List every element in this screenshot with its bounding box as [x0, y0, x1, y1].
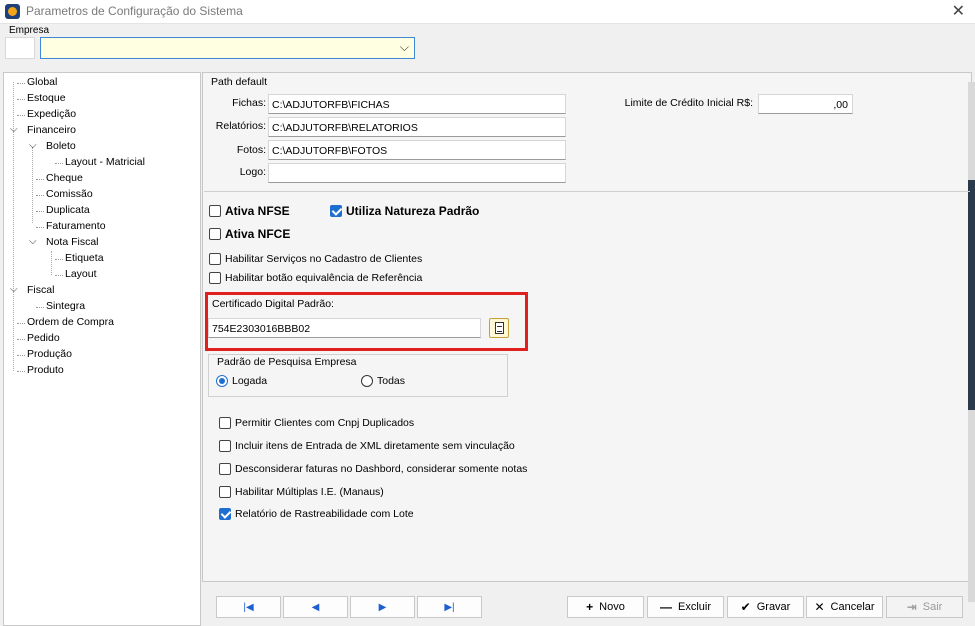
window-title: Parametros de Configuração do Sistema	[26, 4, 243, 18]
checkbox-checked-icon[interactable]	[330, 205, 342, 217]
radio-logada[interactable]: Logada	[216, 375, 267, 387]
tree-item-financeiro[interactable]: Financeiro	[27, 124, 76, 136]
chevron-down-icon[interactable]: ⌵	[29, 140, 37, 151]
previous-record-icon: ◀	[311, 601, 320, 613]
desconsiderar-faturas-checkbox[interactable]: Desconsiderar faturas no Dashbord, consi…	[219, 463, 527, 475]
cancelar-button[interactable]: ✕ Cancelar	[806, 596, 883, 618]
path-default-title: Path default	[211, 76, 268, 88]
next-record-button[interactable]: ▶	[350, 596, 415, 618]
fotos-label: Fotos:	[236, 144, 266, 156]
checkbox-icon[interactable]	[209, 228, 221, 240]
tree-item-boleto[interactable]: Boleto	[46, 140, 76, 152]
chevron-down-icon[interactable]: ⌵	[400, 40, 409, 55]
utiliza-natureza-checkbox[interactable]: Utiliza Natureza Padrão	[330, 204, 479, 218]
tree-item-fiscal[interactable]: Fiscal	[27, 284, 54, 296]
excluir-button[interactable]: — Excluir	[647, 596, 724, 618]
tree-item-layout-matricial[interactable]: Layout - Matricial	[55, 156, 145, 168]
next-record-icon: ▶	[378, 601, 387, 613]
chevron-down-icon[interactable]: ⌵	[29, 236, 37, 247]
tree-item-nota-fiscal[interactable]: Nota Fiscal	[46, 236, 99, 248]
certificado-label: Certificado Digital Padrão:	[212, 298, 334, 310]
checkbox-icon[interactable]	[219, 417, 231, 429]
close-icon[interactable]: ✕	[952, 1, 965, 21]
tree-item-faturamento[interactable]: Faturamento	[36, 220, 106, 232]
ativa-nfce-checkbox[interactable]: Ativa NFCE	[209, 227, 290, 241]
cancel-x-icon: ✕	[814, 600, 825, 614]
checkbox-icon[interactable]	[219, 440, 231, 452]
config-tree[interactable]: Global Estoque Expedição ⌵ Financeiro ⌵ …	[3, 72, 201, 626]
habilitar-botao-checkbox[interactable]: Habilitar botão equivalência de Referênc…	[209, 272, 422, 284]
first-record-button[interactable]: |◀	[216, 596, 281, 618]
previous-record-button[interactable]: ◀	[283, 596, 348, 618]
tree-item-comissao[interactable]: Comissão	[36, 188, 93, 200]
checkbox-icon[interactable]	[209, 205, 221, 217]
certificado-pick-button[interactable]	[489, 318, 509, 338]
checkbox-icon[interactable]	[209, 272, 221, 284]
document-icon	[495, 322, 504, 334]
divider	[204, 191, 970, 192]
empresa-select[interactable]: ⌵	[40, 37, 415, 59]
radio-selected-icon[interactable]	[216, 375, 228, 387]
last-record-button[interactable]: ▶|	[417, 596, 482, 618]
first-record-icon: |◀	[243, 601, 254, 613]
radio-icon[interactable]	[361, 375, 373, 387]
scrollbar-thumb[interactable]	[968, 180, 975, 410]
gravar-button[interactable]: ✔ Gravar	[727, 596, 804, 618]
pesquisa-empresa-title: Padrão de Pesquisa Empresa	[216, 356, 358, 368]
tree-item-cheque[interactable]: Cheque	[36, 172, 83, 184]
tree-item-pedido[interactable]: Pedido	[17, 332, 60, 344]
checkbox-icon[interactable]	[209, 253, 221, 265]
certificado-field[interactable]: 754E2303016BBB02	[208, 318, 481, 338]
tree-item-sintegra[interactable]: Sintegra	[35, 300, 85, 312]
chevron-down-icon[interactable]: ⌵	[10, 284, 18, 295]
checkbox-icon[interactable]	[219, 463, 231, 475]
novo-button[interactable]: + Novo	[567, 596, 644, 618]
tree-item-estoque[interactable]: Estoque	[17, 92, 66, 104]
fotos-path-field[interactable]: C:\ADJUTORFB\FOTOS	[268, 140, 566, 160]
tree-item-producao[interactable]: Produção	[17, 348, 72, 360]
logo-path-field[interactable]	[268, 163, 566, 183]
relatorios-path-field[interactable]: C:\ADJUTORFB\RELATORIOS	[268, 117, 566, 137]
minus-icon: —	[659, 600, 672, 614]
logo-label: Logo:	[239, 166, 266, 178]
tree-item-etiqueta[interactable]: Etiqueta	[55, 252, 104, 264]
last-record-icon: ▶|	[444, 601, 455, 613]
permitir-clientes-checkbox[interactable]: Permitir Clientes com Cnpj Duplicados	[219, 417, 414, 429]
tree-item-expedicao[interactable]: Expedição	[16, 108, 76, 120]
rastreabilidade-checkbox[interactable]: Relatório de Rastreabilidade com Lote	[219, 508, 414, 520]
fichas-path-field[interactable]: C:\ADJUTORFB\FICHAS	[268, 94, 566, 114]
sair-button[interactable]: ⇥ Sair	[886, 596, 963, 618]
checkbox-checked-icon[interactable]	[219, 508, 231, 520]
checkbox-icon[interactable]	[219, 486, 231, 498]
tree-item-layout[interactable]: Layout	[55, 268, 97, 280]
radio-todas[interactable]: Todas	[361, 375, 405, 387]
fichas-label: Fichas:	[232, 97, 266, 109]
tree-item-global[interactable]: Global	[16, 76, 57, 88]
habilitar-servicos-checkbox[interactable]: Habilitar Serviços no Cadastro de Client…	[209, 253, 422, 265]
tree-item-ordem-de-compra[interactable]: Ordem de Compra	[17, 316, 114, 328]
empresa-code-field[interactable]	[5, 37, 35, 59]
tree-item-produto[interactable]: Produto	[17, 364, 64, 376]
limite-credito-label: Limite de Crédito Inicial R$:	[624, 97, 753, 109]
exit-icon: ⇥	[906, 600, 917, 614]
chevron-down-icon[interactable]: ⌵	[10, 124, 18, 135]
plus-icon: +	[586, 600, 594, 614]
limite-credito-field[interactable]: ,00	[758, 94, 853, 114]
empresa-label: Empresa	[9, 25, 50, 36]
relatorios-label: Relatórios:	[215, 120, 266, 132]
multiplas-ie-checkbox[interactable]: Habilitar Múltiplas I.E. (Manaus)	[219, 486, 384, 498]
tree-item-duplicata[interactable]: Duplicata	[36, 204, 90, 216]
ativa-nfse-checkbox[interactable]: Ativa NFSE	[209, 204, 290, 218]
check-icon: ✔	[740, 600, 751, 614]
app-logo-icon	[5, 4, 20, 19]
incluir-itens-checkbox[interactable]: Incluir itens de Entrada de XML diretame…	[219, 440, 515, 452]
title-bar: Parametros de Configuração do Sistema ✕	[0, 0, 975, 24]
